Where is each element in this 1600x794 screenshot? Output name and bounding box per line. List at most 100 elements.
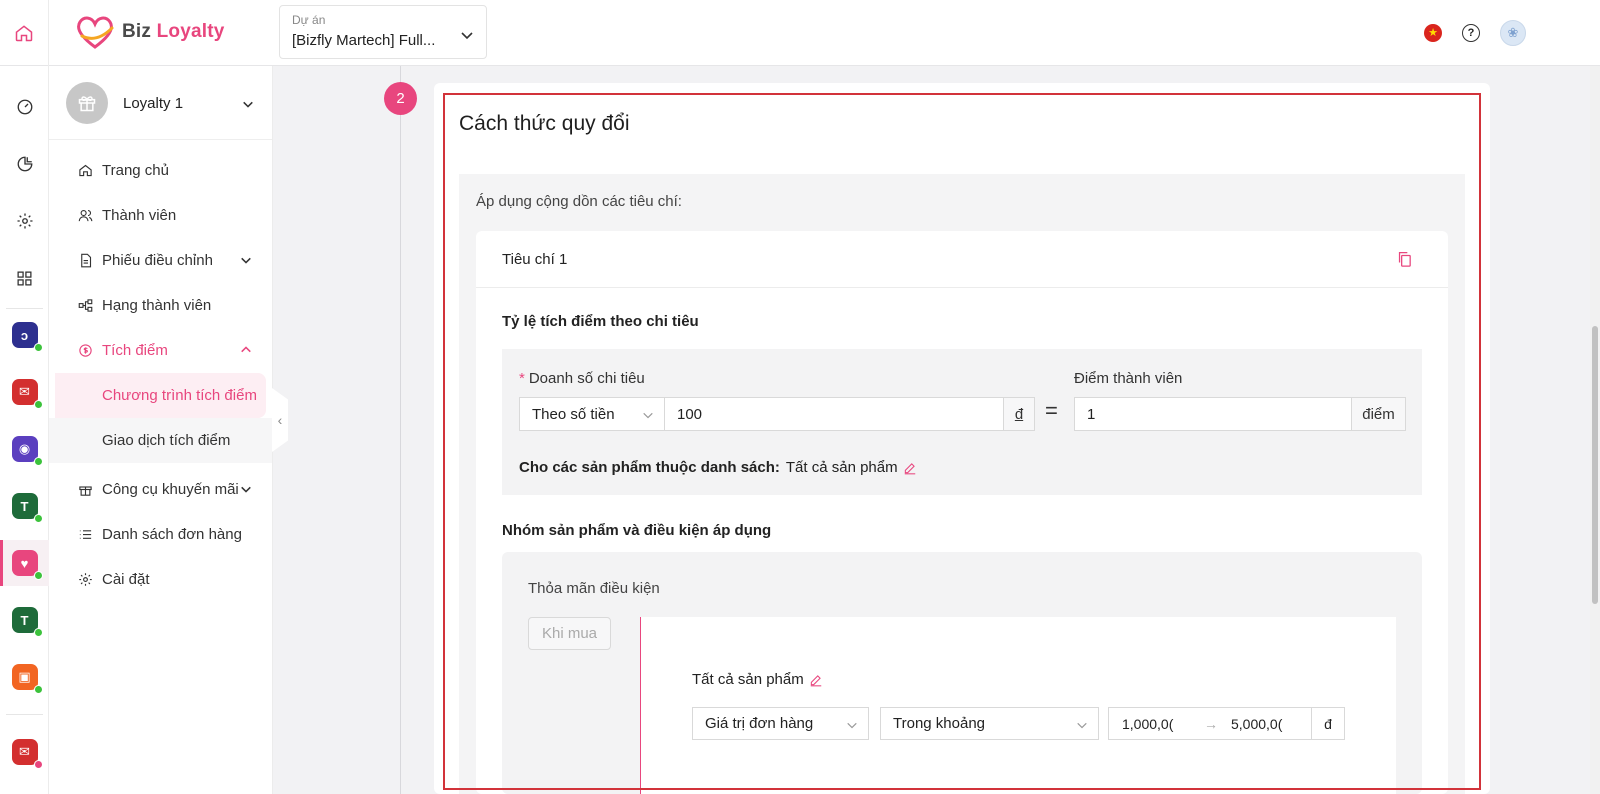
project-selector[interactable]: Dự án [Bizfly Martech] Full...	[279, 5, 487, 59]
gift-avatar	[66, 82, 108, 124]
rail-app-1[interactable]: ↄ	[0, 312, 49, 358]
range-to-input[interactable]: 5,000,0(	[1231, 716, 1313, 732]
arrow-right-icon: →	[1204, 715, 1218, 732]
online-dot	[33, 343, 43, 352]
project-label: Dự án	[292, 13, 326, 27]
condition-products: Tất cả sản phẩm	[692, 671, 804, 688]
rail-app-loyalty[interactable]: ♥	[0, 540, 49, 586]
range-unit: đ	[1311, 708, 1344, 739]
t-app-icon: T	[11, 607, 43, 637]
spend-amount-input[interactable]: 100	[664, 397, 1004, 431]
sidebar-item-label: Danh sách đơn hàng	[102, 526, 242, 543]
equals-sign: =	[1045, 398, 1058, 423]
rail-app-shop[interactable]: ▣	[0, 654, 49, 700]
sidebar-item-settings[interactable]: Cài đặt	[49, 557, 272, 602]
chevron-down-icon	[461, 32, 473, 40]
rail-reports[interactable]	[0, 141, 49, 187]
heart-logo-icon	[77, 16, 114, 49]
sidebar-item-label: Hạng thành viên	[102, 297, 212, 314]
vietnam-flag-icon[interactable]: ★	[1424, 24, 1442, 42]
help-icon[interactable]: ?	[1462, 24, 1480, 42]
hierarchy-icon	[78, 299, 92, 312]
mail-app-icon: ✉	[11, 379, 43, 409]
online-dot	[33, 571, 43, 580]
rail-divider	[6, 714, 43, 715]
pie-chart-icon	[17, 156, 32, 172]
chevron-down-icon	[847, 722, 857, 729]
sidebar-item-label: Tích điểm	[102, 342, 168, 359]
condition-connector-line	[640, 617, 641, 794]
chevron-down-icon	[1077, 722, 1087, 729]
scrollbar-thumb[interactable]	[1592, 326, 1598, 604]
rail-settings[interactable]	[0, 198, 49, 244]
add-dot	[33, 760, 43, 769]
sidebar-project-switcher[interactable]: Loyalty 1	[49, 66, 272, 140]
sidebar: Loyalty 1 Trang chủ Thành viên Phiếu điề…	[49, 66, 273, 794]
sidebar-subitem-points-transactions[interactable]: Giao dịch tích điểm	[49, 418, 272, 463]
sidebar-nav: Trang chủ Thành viên Phiếu điều chỉnh Hạ…	[49, 140, 272, 602]
user-avatar[interactable]: ❀	[1500, 20, 1526, 46]
spend-type-value: Theo số tiền	[532, 405, 615, 423]
condition-operator-select[interactable]: Trong khoảng	[880, 707, 1099, 740]
pencil-icon[interactable]	[903, 461, 917, 475]
sidebar-item-label: Cài đặt	[102, 571, 150, 588]
brand-name-loyalty: Loyalty	[156, 21, 225, 42]
list-icon	[79, 530, 91, 539]
step-number-badge: 2	[384, 82, 417, 115]
sidebar-item-adjustment-vouchers[interactable]: Phiếu điều chỉnh	[49, 238, 272, 283]
brand-name-biz: Biz	[122, 21, 152, 42]
group-section-title: Nhóm sản phẩm và điều kiện áp dụng	[502, 522, 772, 539]
points-input[interactable]: 1	[1074, 397, 1352, 431]
when-buy-button[interactable]: Khi mua	[528, 617, 611, 650]
online-dot	[33, 400, 43, 409]
apply-products-value: Tất cả sản phẩm	[785, 459, 898, 476]
range-input[interactable]: 1,000,0( → 5,000,0( đ	[1108, 707, 1345, 740]
copy-icon[interactable]	[1396, 250, 1413, 268]
rail-dashboard[interactable]	[0, 84, 49, 130]
rail-app-mail[interactable]: ✉	[0, 369, 49, 415]
home-icon	[15, 25, 33, 42]
condition-label: Thỏa mãn điều kiện	[528, 580, 660, 597]
users-icon	[78, 209, 92, 222]
gear-icon	[78, 573, 92, 586]
app-rail: ↄ ✉ ◉ T ♥ T ▣ ✉	[0, 66, 49, 794]
gift-icon	[78, 486, 92, 496]
home-icon	[78, 164, 92, 177]
sidebar-item-label: Phiếu điều chỉnh	[102, 252, 213, 269]
app-spiral-icon: ↄ	[11, 322, 43, 352]
condition-field-select[interactable]: Giá trị đơn hàng	[692, 707, 869, 740]
sidebar-collapse-toggle[interactable]: ‹	[272, 388, 288, 452]
sidebar-item-member-tiers[interactable]: Hạng thành viên	[49, 283, 272, 328]
rail-apps[interactable]	[0, 255, 49, 301]
coin-icon	[78, 344, 92, 357]
rail-app-mail-add[interactable]: ✉	[0, 729, 49, 775]
sidebar-item-home[interactable]: Trang chủ	[49, 148, 272, 193]
chevron-down-icon	[241, 486, 251, 493]
sidebar-item-points[interactable]: Tích điểm	[49, 328, 272, 373]
brand-logo[interactable]: Biz Loyalty	[74, 14, 225, 50]
mail-add-app-icon: ✉	[11, 739, 43, 769]
range-from-input[interactable]: 1,000,0(	[1109, 716, 1191, 732]
pencil-icon[interactable]	[809, 673, 823, 687]
online-dot	[33, 628, 43, 637]
grid-icon	[17, 270, 32, 286]
rail-app-bot[interactable]: ◉	[0, 426, 49, 472]
sidebar-item-members[interactable]: Thành viên	[49, 193, 272, 238]
sidebar-item-label: Công cụ khuyến mãi	[102, 481, 239, 498]
sidebar-subitem-points-program[interactable]: Chương trình tích điểm	[55, 373, 266, 418]
home-button[interactable]	[0, 0, 49, 66]
sidebar-item-promo-tools[interactable]: Công cụ khuyến mãi	[49, 467, 272, 512]
points-unit: điểm	[1351, 397, 1406, 431]
section-title: Cách thức quy đổi	[459, 112, 630, 135]
sidebar-item-label: Thành viên	[102, 207, 177, 224]
rail-app-t1[interactable]: T	[0, 483, 49, 529]
rate-section-title: Tỷ lệ tích điểm theo chi tiêu	[502, 313, 699, 330]
spend-type-select[interactable]: Theo số tiền	[519, 397, 665, 431]
bot-app-icon: ◉	[11, 436, 43, 466]
document-icon	[80, 253, 91, 268]
required-asterisk: *	[519, 370, 525, 387]
sidebar-item-orders[interactable]: Danh sách đơn hàng	[49, 512, 272, 557]
rail-app-t2[interactable]: T	[0, 597, 49, 643]
points-label: Điểm thành viên	[1074, 370, 1183, 387]
chevron-left-icon: ‹	[277, 412, 283, 428]
